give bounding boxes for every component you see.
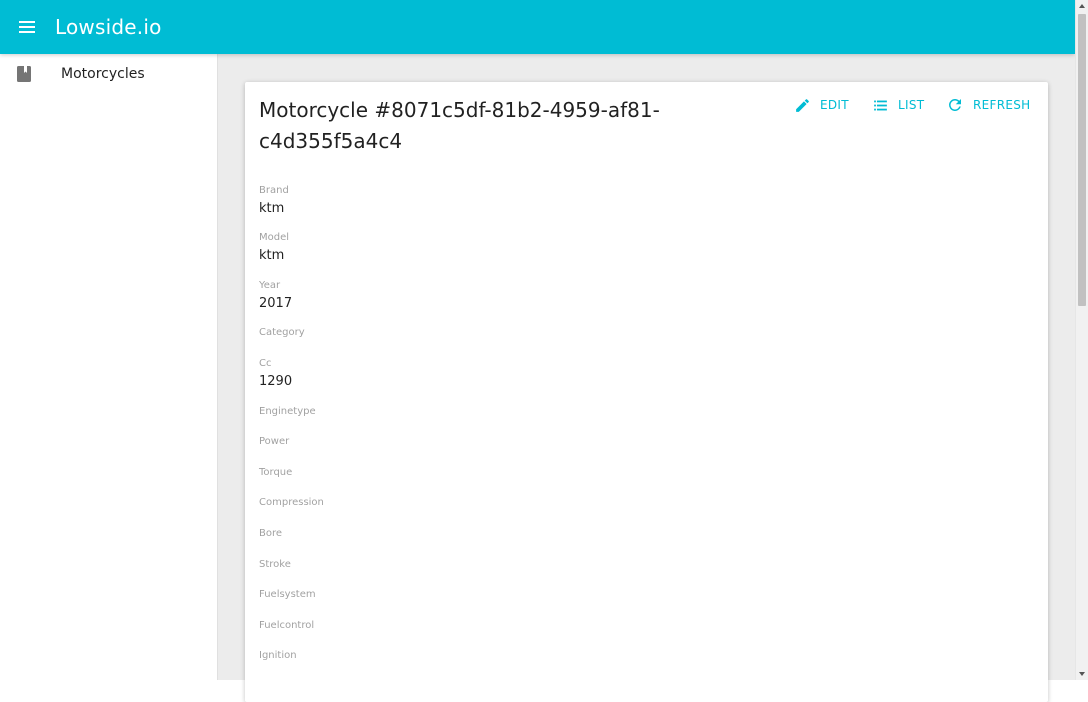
- scrollbar-thumb[interactable]: [1078, 14, 1086, 306]
- field-torque: Torque: [259, 467, 292, 479]
- field-compression: Compression: [259, 497, 324, 509]
- field-value: 2017: [259, 296, 293, 311]
- field-year: Year 2017: [259, 280, 292, 312]
- field-fuelcontrol: Fuelcontrol: [259, 620, 314, 632]
- app-bar: Lowside.io: [0, 0, 1075, 54]
- book-icon: [16, 66, 32, 82]
- page-title: Motorcycle #8071c5df-81b2-4959-af81-c4d3…: [259, 98, 660, 153]
- field-label: Ignition: [259, 650, 297, 661]
- field-label: Year: [259, 280, 281, 291]
- field-power: Power: [259, 436, 289, 448]
- field-stroke: Stroke: [259, 559, 291, 571]
- list-button[interactable]: LIST: [871, 94, 924, 116]
- field-label: Torque: [259, 467, 293, 478]
- field-value: ktm: [259, 201, 285, 216]
- field-label: Enginetype: [259, 406, 316, 417]
- field-model: Model ktm: [259, 232, 289, 264]
- field-enginetype: Enginetype: [259, 406, 316, 418]
- refresh-button[interactable]: REFRESH: [946, 94, 1030, 116]
- scroll-up-arrow-icon[interactable]: [1079, 4, 1085, 8]
- list-icon: [871, 96, 889, 114]
- field-ignition: Ignition: [259, 650, 297, 662]
- field-label: Model: [259, 232, 290, 243]
- app-title: Lowside.io: [55, 15, 162, 39]
- field-value: ktm: [259, 248, 285, 263]
- sidebar-item-label: Motorcycles: [61, 66, 145, 82]
- field-label: Brand: [259, 185, 289, 196]
- field-label: Fuelsystem: [259, 589, 316, 600]
- sidebar: Motorcycles: [0, 54, 218, 680]
- page-scrollbar[interactable]: [1075, 0, 1088, 680]
- refresh-icon: [946, 96, 964, 114]
- edit-button-label: EDIT: [820, 98, 849, 112]
- field-label: Compression: [259, 497, 324, 508]
- field-fuelsystem: Fuelsystem: [259, 589, 316, 601]
- sidebar-item-motorcycles[interactable]: Motorcycles: [0, 54, 217, 94]
- menu-icon[interactable]: [13, 13, 41, 41]
- refresh-button-label: REFRESH: [973, 98, 1031, 112]
- field-bore: Bore: [259, 528, 282, 540]
- field-label: Cc: [259, 358, 272, 369]
- field-label: Fuelcontrol: [259, 620, 315, 631]
- edit-button[interactable]: EDIT: [793, 94, 849, 116]
- field-label: Power: [259, 436, 290, 447]
- field-brand: Brand ktm: [259, 185, 289, 217]
- field-value: 1290: [259, 374, 293, 389]
- field-label: Category: [259, 327, 305, 338]
- field-label: Stroke: [259, 559, 291, 570]
- field-category: Category: [259, 327, 305, 339]
- field-label: Bore: [259, 528, 283, 539]
- list-button-label: LIST: [898, 98, 925, 112]
- field-cc: Cc 1290: [259, 358, 292, 390]
- record-card: Motorcycle #8071c5df-81b2-4959-af81-c4d3…: [245, 82, 1048, 702]
- scroll-down-arrow-icon[interactable]: [1079, 672, 1085, 676]
- pencil-icon: [793, 96, 811, 114]
